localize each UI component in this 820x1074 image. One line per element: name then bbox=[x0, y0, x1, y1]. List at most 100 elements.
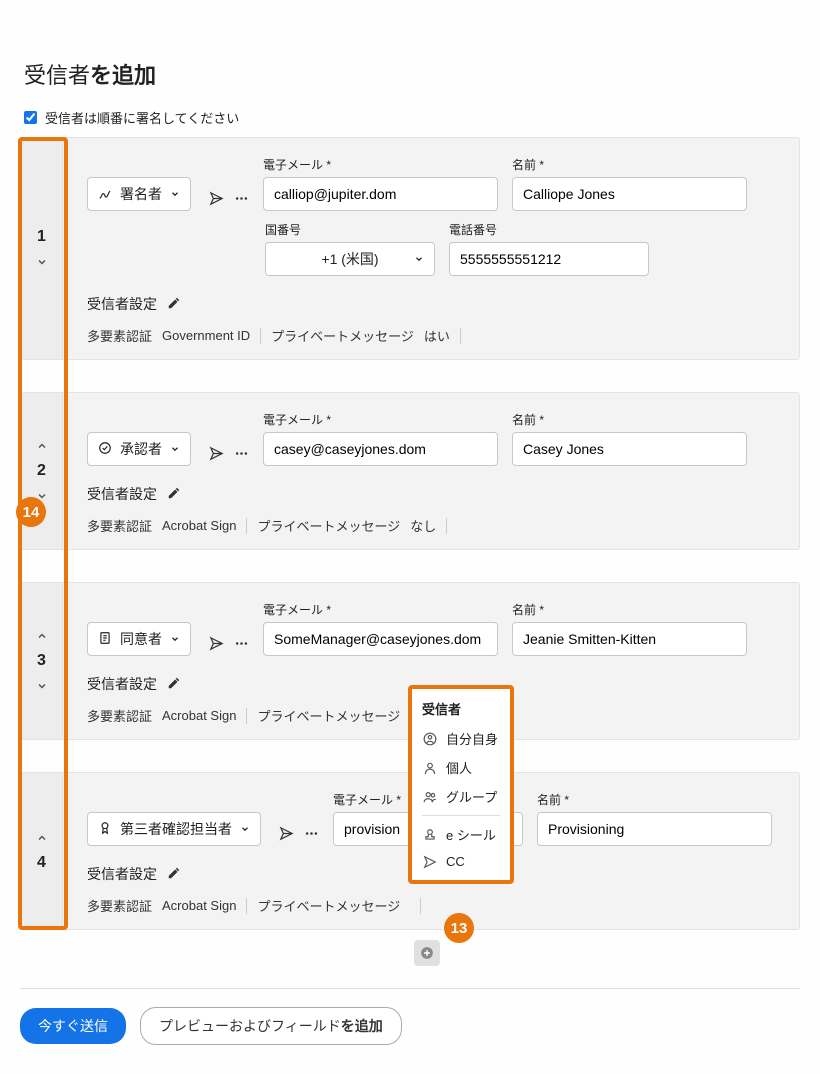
role-select[interactable]: 署名者 bbox=[87, 177, 191, 211]
order-number: 2 bbox=[37, 462, 46, 480]
name-label: 名前 * bbox=[512, 601, 747, 618]
edit-settings-button[interactable] bbox=[167, 296, 181, 313]
name-input[interactable] bbox=[512, 177, 747, 211]
meta-divider bbox=[446, 518, 447, 534]
recipient-card: 1 署名者 電子メール * 名前 * bbox=[20, 137, 800, 360]
name-label: 名前 * bbox=[512, 411, 747, 428]
mfa-label: 多要素認証 bbox=[87, 326, 152, 345]
sign-in-order-checkbox[interactable]: 受信者は順番に署名してください bbox=[24, 108, 800, 127]
email-label: 電子メール * bbox=[263, 601, 498, 618]
edit-settings-button[interactable] bbox=[167, 866, 181, 883]
private-message-label: プライベートメッセージ bbox=[257, 706, 400, 725]
chevron-down-icon bbox=[240, 821, 250, 837]
role-icon bbox=[98, 631, 112, 648]
more-options-icon[interactable] bbox=[304, 826, 319, 846]
role-label: 承認者 bbox=[120, 439, 162, 459]
mfa-value: Acrobat Sign bbox=[162, 518, 236, 533]
mfa-label: 多要素認証 bbox=[87, 516, 152, 535]
role-select[interactable]: 同意者 bbox=[87, 622, 191, 656]
callout-13: 13 bbox=[444, 913, 474, 943]
name-input[interactable] bbox=[537, 812, 772, 846]
move-up-button[interactable] bbox=[34, 628, 50, 644]
edit-settings-button[interactable] bbox=[167, 676, 181, 693]
delivery-icon[interactable] bbox=[209, 636, 224, 656]
edit-settings-button[interactable] bbox=[167, 486, 181, 503]
popover-title: 受信者 bbox=[422, 699, 500, 718]
person-icon bbox=[422, 761, 438, 775]
callout-14: 14 bbox=[16, 497, 46, 527]
role-label: 同意者 bbox=[120, 629, 162, 649]
person-circle-icon bbox=[422, 732, 438, 746]
private-message-value: はい bbox=[424, 326, 450, 345]
popover-item-group[interactable]: グループ bbox=[422, 782, 500, 811]
more-options-icon[interactable] bbox=[234, 446, 249, 466]
sign-in-order-label: 受信者は順番に署名してください bbox=[45, 108, 239, 127]
name-input[interactable] bbox=[512, 622, 747, 656]
popover-item-eseal[interactable]: e シール bbox=[422, 820, 500, 849]
send-now-button[interactable]: 今すぐ送信 bbox=[20, 1008, 126, 1044]
name-input[interactable] bbox=[512, 432, 747, 466]
mfa-value: Acrobat Sign bbox=[162, 898, 236, 913]
private-message-value: なし bbox=[410, 516, 436, 535]
role-icon bbox=[98, 441, 112, 458]
divider bbox=[20, 988, 800, 989]
role-select[interactable]: 承認者 bbox=[87, 432, 191, 466]
email-input[interactable] bbox=[263, 177, 498, 211]
chevron-down-icon bbox=[170, 631, 180, 647]
delivery-icon[interactable] bbox=[209, 191, 224, 211]
meta-divider bbox=[260, 328, 261, 344]
country-code-select[interactable]: +1 (米国) bbox=[265, 242, 435, 276]
meta-divider bbox=[246, 518, 247, 534]
private-message-label: プライベートメッセージ bbox=[257, 896, 400, 915]
order-column: 3 bbox=[21, 583, 63, 739]
delivery-icon[interactable] bbox=[209, 446, 224, 466]
move-down-button[interactable] bbox=[34, 678, 50, 694]
phone-label: 電話番号 bbox=[449, 221, 649, 238]
role-select[interactable]: 第三者確認担当者 bbox=[87, 812, 261, 846]
role-icon bbox=[98, 821, 112, 838]
more-options-icon[interactable] bbox=[234, 636, 249, 656]
recipient-card: 2 承認者 電子メール * 名前 * bbox=[20, 392, 800, 550]
mfa-value: Acrobat Sign bbox=[162, 708, 236, 723]
more-options-icon[interactable] bbox=[234, 191, 249, 211]
recipient-settings-label: 受信者設定 bbox=[87, 294, 157, 314]
private-message-label: プライベートメッセージ bbox=[271, 326, 414, 345]
private-message-label: プライベートメッセージ bbox=[257, 516, 400, 535]
order-number: 3 bbox=[37, 652, 46, 670]
move-up-button[interactable] bbox=[34, 438, 50, 454]
mfa-label: 多要素認証 bbox=[87, 896, 152, 915]
order-column: 1 bbox=[21, 138, 63, 359]
send-icon bbox=[422, 855, 438, 869]
recipient-settings-label: 受信者設定 bbox=[87, 484, 157, 504]
phone-input[interactable] bbox=[449, 242, 649, 276]
delivery-icon[interactable] bbox=[279, 826, 294, 846]
preview-fields-button[interactable]: プレビューおよびフィールドを追加 bbox=[140, 1007, 402, 1045]
popover-item-cc[interactable]: CC bbox=[422, 849, 500, 874]
email-label: 電子メール * bbox=[263, 156, 498, 173]
stamp-icon bbox=[422, 828, 438, 842]
add-recipient-button[interactable] bbox=[414, 940, 440, 966]
group-icon bbox=[422, 790, 438, 804]
popover-item-individual[interactable]: 個人 bbox=[422, 753, 500, 782]
order-number: 4 bbox=[37, 854, 46, 872]
role-icon bbox=[98, 186, 112, 203]
country-code-label: 国番号 bbox=[265, 221, 435, 238]
meta-divider bbox=[420, 898, 421, 914]
email-input[interactable] bbox=[263, 622, 498, 656]
move-down-button[interactable] bbox=[34, 254, 50, 270]
page-title: 受信者を追加 bbox=[24, 58, 800, 90]
country-code-value: +1 (米国) bbox=[321, 249, 378, 269]
role-label: 第三者確認担当者 bbox=[120, 819, 232, 839]
recipient-settings-label: 受信者設定 bbox=[87, 674, 157, 694]
sign-in-order-input[interactable] bbox=[24, 111, 37, 124]
mfa-value: Government ID bbox=[162, 328, 250, 343]
name-label: 名前 * bbox=[537, 791, 772, 808]
chevron-down-icon bbox=[170, 441, 180, 457]
chevron-down-icon bbox=[170, 186, 180, 202]
meta-divider bbox=[246, 898, 247, 914]
move-up-button[interactable] bbox=[34, 830, 50, 846]
popover-item-myself[interactable]: 自分自身 bbox=[422, 724, 500, 753]
role-label: 署名者 bbox=[120, 184, 162, 204]
order-column: 4 bbox=[21, 773, 63, 929]
email-input[interactable] bbox=[263, 432, 498, 466]
